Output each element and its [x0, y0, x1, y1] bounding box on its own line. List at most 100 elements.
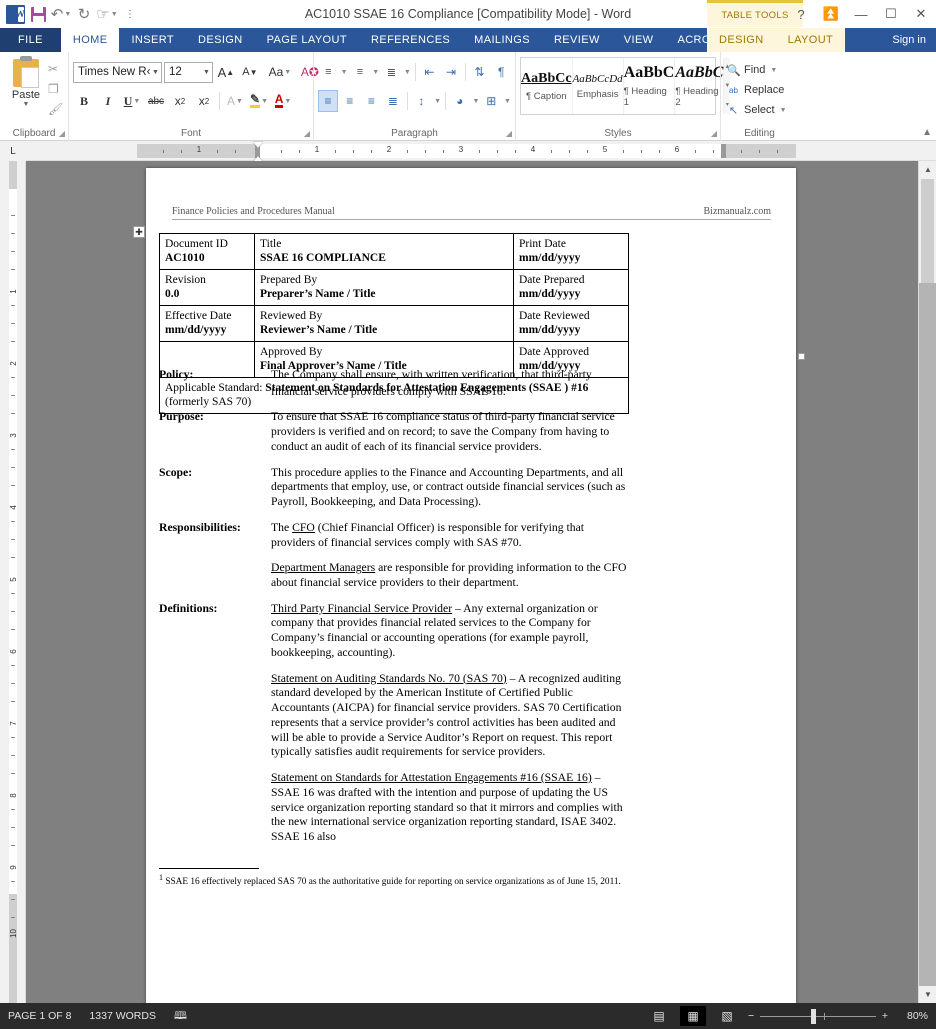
cell-document-id[interactable]: Document ID AC1010 [159, 232, 255, 271]
tab-references[interactable]: REFERENCES [359, 28, 462, 52]
horizontal-ruler[interactable]: 1 1 2 3 4 5 6 [137, 142, 796, 162]
document-body[interactable]: Policy: The Company shall ensure, with w… [159, 368, 631, 856]
numbering-icon[interactable]: ≡ [350, 61, 370, 83]
zoom-in-button[interactable]: + [882, 1010, 888, 1022]
text-highlight-color-icon[interactable]: ✎ ▼ [248, 90, 270, 112]
page-indicator[interactable]: PAGE 1 OF 8 [8, 1010, 71, 1022]
superscript-icon[interactable]: x2 [193, 90, 215, 112]
scroll-up-icon[interactable]: ▲ [919, 161, 936, 178]
table-resize-handle[interactable] [798, 353, 805, 360]
select-button[interactable]: ↖ Select ▼ [725, 100, 794, 120]
styles-dialog-launcher[interactable]: ◢ [711, 129, 717, 138]
scrollbar-track[interactable] [919, 283, 936, 986]
bullets-icon[interactable]: ≡ [318, 61, 338, 83]
borders-dropdown-icon[interactable]: ▼ [504, 98, 511, 105]
multilevel-dropdown-icon[interactable]: ▼ [404, 69, 411, 76]
tab-mailings[interactable]: MAILINGS [462, 28, 542, 52]
font-name-input[interactable]: Times New R‹ ▼ [73, 61, 162, 83]
tab-table-layout[interactable]: LAYOUT [775, 28, 846, 52]
font-color-icon[interactable]: A ▼ [272, 90, 294, 112]
font-dialog-launcher[interactable]: ◢ [304, 129, 310, 138]
find-dropdown-icon[interactable]: ▼ [770, 67, 777, 74]
style-heading-2[interactable]: AaBbC ¶ Heading 2 [675, 58, 725, 114]
ribbon-display-options-icon[interactable]: ⏫ [816, 0, 846, 28]
clipboard-dialog-launcher[interactable]: ◢ [59, 129, 65, 138]
bullets-dropdown-icon[interactable]: ▼ [341, 69, 348, 76]
paste-dropdown-icon[interactable]: ▼ [23, 101, 30, 108]
cell-print-date[interactable]: Print Date mm/dd/yyyy [513, 232, 629, 271]
maximize-icon[interactable]: ☐ [876, 0, 906, 28]
strikethrough-icon[interactable]: abc [145, 90, 167, 112]
shading-icon[interactable]: ◕ [450, 90, 470, 112]
proofing-errors-icon[interactable]: 🕮 [174, 1007, 187, 1026]
first-line-indent-marker[interactable] [253, 142, 263, 148]
table-row[interactable]: Effective Date mm/dd/yyyy Reviewed By Re… [159, 305, 629, 343]
document-page[interactable]: Finance Policies and Procedures Manual B… [133, 168, 805, 1003]
grow-font-icon[interactable]: A ▲ [215, 61, 237, 83]
scroll-down-icon[interactable]: ▼ [919, 986, 936, 1003]
decrease-indent-icon[interactable]: ⇤ [420, 61, 440, 83]
zoom-slider[interactable]: − + [748, 1008, 888, 1024]
tab-file[interactable]: FILE [0, 28, 61, 52]
shrink-font-icon[interactable]: A ▼ [239, 61, 261, 83]
table-row[interactable]: Revision 0.0 Prepared By Preparer’s Name… [159, 269, 629, 307]
italic-icon[interactable]: I [97, 90, 119, 112]
web-layout-icon[interactable]: ▧ [714, 1006, 740, 1026]
table-move-handle-icon[interactable]: ✚ [133, 226, 145, 238]
close-icon[interactable]: ✕ [906, 0, 936, 28]
tab-page-layout[interactable]: PAGE LAYOUT [255, 28, 359, 52]
word-count[interactable]: 1337 WORDS [89, 1010, 156, 1022]
align-left-icon[interactable]: ≡ [318, 90, 338, 112]
vertical-ruler[interactable]: 1 2 3 4 5 6 7 8 9 10 [0, 161, 26, 1003]
font-size-input[interactable]: 12 ▼ [163, 61, 213, 83]
sign-in-link[interactable]: Sign in [892, 28, 936, 52]
multilevel-list-icon[interactable]: ≣ [381, 61, 401, 83]
cell-revision[interactable]: Revision 0.0 [159, 269, 255, 307]
select-dropdown-icon[interactable]: ▼ [780, 107, 787, 114]
tab-insert[interactable]: INSERT [119, 28, 186, 52]
tab-review[interactable]: REVIEW [542, 28, 612, 52]
tab-home[interactable]: HOME [60, 28, 120, 52]
tab-table-design[interactable]: DESIGN [707, 28, 776, 52]
numbering-dropdown-icon[interactable]: ▼ [372, 69, 379, 76]
borders-icon[interactable]: ⊞ [481, 90, 501, 112]
zoom-track[interactable] [760, 1008, 876, 1024]
table-tools-tabs[interactable]: DESIGN LAYOUT [707, 28, 846, 52]
cell-effective-date[interactable]: Effective Date mm/dd/yyyy [159, 305, 255, 343]
footnote-ref-icon[interactable]: 1 [506, 383, 510, 392]
collapse-ribbon-icon[interactable]: ▲ [922, 127, 932, 138]
tab-view[interactable]: VIEW [612, 28, 666, 52]
underline-icon[interactable]: U ▼ [121, 90, 143, 112]
print-layout-icon[interactable]: ▦ [680, 1006, 706, 1026]
format-painter-icon[interactable]: 🖌 [48, 100, 63, 117]
text-effects-icon[interactable]: A ▼ [224, 90, 246, 112]
font-name-dropdown-icon[interactable]: ▼ [152, 69, 159, 76]
style-caption[interactable]: AaBbCc ¶ Caption [521, 58, 573, 114]
minimize-icon[interactable]: — [846, 0, 876, 28]
align-center-icon[interactable]: ≡ [340, 90, 360, 112]
help-icon[interactable]: ? [786, 0, 816, 28]
paragraph-dialog-launcher[interactable]: ◢ [506, 129, 512, 138]
read-mode-icon[interactable]: ▤ [646, 1006, 672, 1026]
cell-title[interactable]: Title SSAE 16 COMPLIANCE [254, 232, 514, 271]
line-spacing-icon[interactable]: ↕ [412, 90, 432, 112]
zoom-thumb[interactable] [811, 1008, 817, 1024]
copy-icon[interactable]: ❐ [48, 80, 63, 97]
document-canvas[interactable]: Finance Policies and Procedures Manual B… [27, 161, 918, 1003]
ribbon-tab-strip[interactable]: FILE HOME INSERT DESIGN PAGE LAYOUT REFE… [0, 28, 936, 52]
tab-stop-selector[interactable]: L [0, 141, 26, 161]
styles-gallery[interactable]: AaBbCc ¶ Caption AaBbCcDd Emphasis AaBbC… [520, 57, 731, 115]
vertical-scrollbar[interactable]: ▲ ▼ [918, 161, 936, 1003]
change-case-icon[interactable]: Aa ▼ [269, 61, 292, 83]
subscript-icon[interactable]: x2 [169, 90, 191, 112]
cut-icon[interactable]: ✂ [48, 60, 63, 77]
cell-prepared-by[interactable]: Prepared By Preparer’s Name / Title [254, 269, 514, 307]
justify-icon[interactable]: ≣ [383, 90, 403, 112]
bold-icon[interactable]: B [73, 90, 95, 112]
cell-reviewed-by[interactable]: Reviewed By Reviewer’s Name / Title [254, 305, 514, 343]
shading-dropdown-icon[interactable]: ▼ [473, 98, 480, 105]
line-spacing-dropdown-icon[interactable]: ▼ [434, 98, 441, 105]
style-emphasis[interactable]: AaBbCcDd Emphasis [573, 58, 624, 114]
tab-design[interactable]: DESIGN [186, 28, 255, 52]
increase-indent-icon[interactable]: ⇥ [441, 61, 461, 83]
